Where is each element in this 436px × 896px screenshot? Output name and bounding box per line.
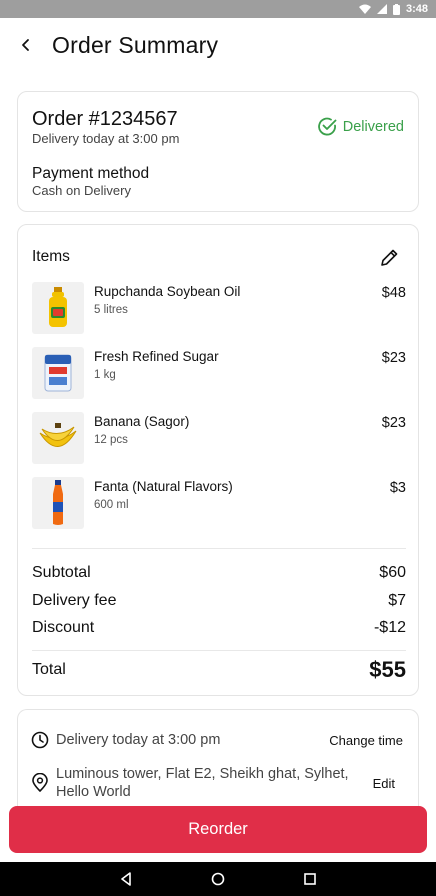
banana-icon (32, 412, 84, 464)
system-nav-bar (0, 862, 436, 896)
payment-method-label: Payment method (32, 165, 150, 182)
location-pin-icon (32, 773, 48, 792)
order-info-card: Order #1234567 Delivery today at 3:00 pm… (17, 91, 419, 212)
item-price: $48 (381, 285, 406, 301)
item-price: $23 (381, 350, 406, 366)
discount-label: Discount (32, 619, 95, 636)
discount-row: Discount -$12 (32, 619, 406, 637)
triangle-back-icon (121, 872, 131, 886)
total-row: Total $55 (32, 657, 406, 683)
wifi-icon (358, 4, 371, 14)
list-item[interactable]: Rupchanda Soybean Oil 5 litres $48 (32, 282, 406, 336)
subtotal-row: Subtotal $60 (32, 564, 406, 582)
list-item[interactable]: Banana (Sagor) 12 pcs $23 (32, 412, 406, 466)
item-quantity: 5 litres (94, 304, 128, 316)
pencil-icon[interactable] (378, 247, 400, 269)
item-price: $23 (381, 415, 406, 431)
item-name: Banana (Sagor) (94, 414, 190, 429)
subtotal-value: $60 (379, 564, 406, 581)
delivery-time-text: Delivery today at 3:00 pm (56, 732, 221, 748)
back-button[interactable] (0, 18, 52, 72)
battery-icon (392, 3, 400, 15)
nav-home-button[interactable] (203, 864, 233, 894)
delivery-time-row: Delivery today at 3:00 pm Change time (30, 730, 408, 750)
delivery-card: Delivery today at 3:00 pm Change time Lu… (17, 709, 419, 819)
items-title: Items (32, 248, 70, 265)
circle-home-icon (211, 872, 225, 886)
sugar-bag-icon (32, 347, 84, 399)
items-card: Items Rupchanda Soybean Oil 5 litres $48… (17, 224, 419, 696)
delivery-fee-row: Delivery fee $7 (32, 592, 406, 610)
subtotal-label: Subtotal (32, 564, 91, 581)
status-bar: 3:48 (0, 0, 436, 18)
item-name: Rupchanda Soybean Oil (94, 284, 241, 299)
signal-icon (376, 4, 387, 14)
item-name: Fresh Refined Sugar (94, 349, 219, 364)
clock-icon (31, 731, 49, 749)
nav-recents-button[interactable] (295, 864, 325, 894)
soda-bottle-icon (32, 477, 84, 529)
delivery-address-row: Luminous tower, Flat E2, Sheikh ghat, Sy… (30, 765, 408, 801)
item-name: Fanta (Natural Flavors) (94, 479, 233, 494)
order-delivery-time: Delivery today at 3:00 pm (32, 131, 180, 146)
total-label: Total (32, 661, 66, 678)
item-quantity: 12 pcs (94, 434, 128, 446)
list-item[interactable]: Fresh Refined Sugar 1 kg $23 (32, 347, 406, 401)
item-price: $3 (389, 480, 406, 496)
delivery-address-text: Luminous tower, Flat E2, Sheikh ghat, Sy… (56, 766, 349, 800)
delivery-fee-value: $7 (388, 592, 406, 609)
reorder-button[interactable]: Reorder (9, 806, 427, 853)
discount-value: -$12 (373, 619, 406, 636)
page-title: Order Summary (52, 31, 219, 58)
nav-back-button[interactable] (111, 864, 141, 894)
square-recents-icon (304, 873, 316, 885)
divider (32, 650, 406, 651)
delivery-fee-label: Delivery fee (32, 592, 117, 609)
item-quantity: 600 ml (94, 499, 129, 511)
status-time: 3:48 (405, 3, 428, 15)
total-value: $55 (369, 657, 406, 682)
change-time-button[interactable]: Change time (329, 733, 403, 748)
list-item[interactable]: Fanta (Natural Flavors) 600 ml $3 (32, 477, 406, 531)
payment-method-value: Cash on Delivery (32, 183, 131, 198)
oil-bottle-icon (32, 282, 84, 334)
app-bar: Order Summary (0, 18, 436, 72)
item-quantity: 1 kg (94, 369, 116, 381)
check-circle-icon (317, 117, 337, 136)
arrow-left-icon (22, 39, 29, 51)
status-label: Delivered (342, 118, 404, 135)
divider (32, 548, 406, 549)
edit-address-button[interactable]: Edit (373, 776, 395, 791)
order-id: Order #1234567 (32, 108, 178, 130)
status-badge: Delivered (317, 116, 404, 137)
